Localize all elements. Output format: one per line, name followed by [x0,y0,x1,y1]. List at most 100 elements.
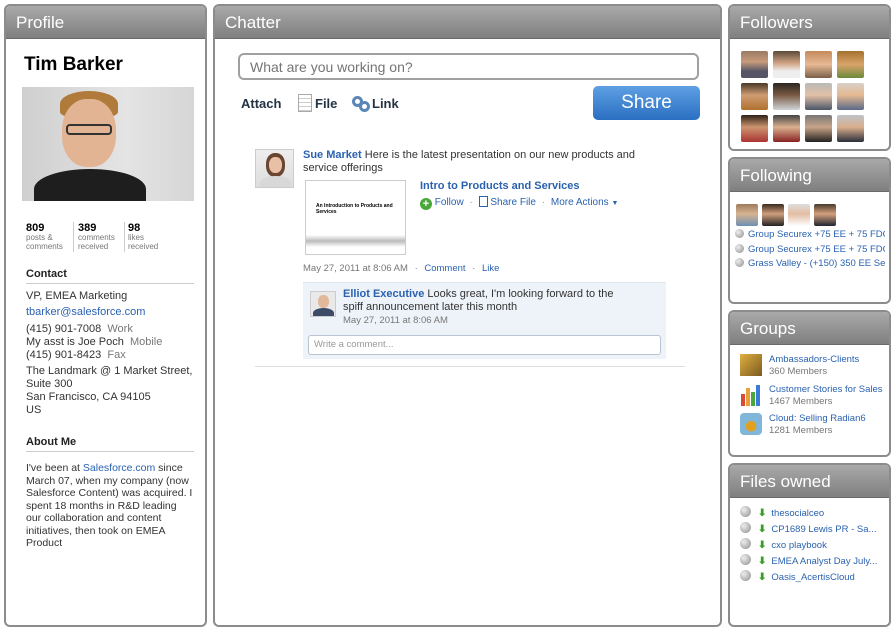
more-actions-link[interactable]: More Actions [551,197,609,208]
following-avatar[interactable] [762,204,784,226]
chevron-down-icon[interactable]: ▼ [611,200,618,207]
meta-separator: · [414,263,418,274]
following-panel: Following Group Securex +75 EE + 75 FDC … [728,157,891,304]
group-icon-ambassadors[interactable] [740,354,762,376]
following-avatar[interactable] [814,204,836,226]
comment-link[interactable]: Comment [424,263,465,274]
stat-comments[interactable]: 389 comments received [78,222,125,252]
profile-stats: 809 posts & comments 389 comments receiv… [26,222,196,252]
following-group-link[interactable]: Group Securex +75 EE + 75 FDC [748,244,885,255]
file-link[interactable]: CP1689 Lewis PR - Sa... [771,524,876,535]
follower-avatar[interactable] [773,115,800,142]
about-salesforce-link[interactable]: Salesforce.com [83,462,155,474]
follower-avatar[interactable] [741,51,768,78]
file-item[interactable]: ⬇ CP1689 Lewis PR - Sa... [740,522,889,535]
address-line-3: San Francisco, CA 94105 [26,391,151,403]
contact-title: VP, EMEA Marketing [26,290,128,302]
post-meta: May 27, 2011 at 8:06 AM · Comment · Like [303,263,499,274]
write-comment-input[interactable]: Write a comment... [308,335,661,355]
download-icon[interactable]: ⬇ [758,540,766,551]
stat-comments-label-2: received [78,242,109,251]
file-type-icon [740,506,751,517]
follower-avatar[interactable] [773,83,800,110]
address-line-4: US [26,404,42,416]
file-link[interactable]: cxo playbook [771,540,826,551]
follower-avatar[interactable] [805,83,832,110]
follower-avatar[interactable] [837,115,864,142]
profile-panel: Profile Tim Barker 809 posts & comments … [4,4,207,627]
file-item[interactable]: ⬇ Oasis_AcertisCloud [740,570,889,583]
group-name-link[interactable]: Ambassadors-Clients [769,354,859,365]
file-item[interactable]: ⬇ thesocialceo [740,506,889,519]
followers-header: Followers [730,6,889,39]
file-type-icon [740,554,751,565]
like-link[interactable]: Like [482,263,499,274]
following-group-link[interactable]: Grass Valley - (+150) 350 EE Ser [748,258,885,269]
comment-author[interactable]: Elliot Executive [343,288,424,300]
download-icon[interactable]: ⬇ [758,572,766,583]
following-group-link[interactable]: Group Securex +75 EE + 75 FDC [748,229,885,240]
group-name-link[interactable]: Cloud: Selling Radian6 [769,413,866,424]
contact-address: The Landmark @ 1 Market Street, Suite 30… [26,365,192,417]
group-members: 1467 Members [769,396,833,407]
group-icon-radian6[interactable] [740,413,762,435]
file-link[interactable]: thesocialceo [771,508,824,519]
file-link[interactable]: Oasis_AcertisCloud [771,572,854,583]
comment-avatar[interactable] [310,291,336,317]
status-input[interactable] [238,53,699,80]
chatter-header: Chatter [215,6,720,39]
group-name-link[interactable]: Customer Stories for Sales [769,384,883,395]
follower-avatar[interactable] [741,115,768,142]
post-avatar[interactable] [255,149,294,188]
file-item[interactable]: ⬇ EMEA Analyst Day July... [740,554,889,567]
file-thumbnail[interactable]: An Introduction to Products and Services [305,180,406,255]
file-type-icon [740,538,751,549]
follow-link[interactable]: Follow [435,197,464,208]
file-type-icon [740,570,751,581]
phone-work-number: (415) 901-7008 [26,323,102,335]
follower-avatar[interactable] [741,83,768,110]
following-avatar[interactable] [788,204,810,226]
assistant-text: My asst is Joe Poch [26,336,124,348]
contact-heading: Contact [26,268,194,284]
file-link[interactable]: EMEA Analyst Day July... [771,556,877,567]
follower-avatar[interactable] [837,51,864,78]
attach-file-button[interactable]: File [298,94,337,112]
follower-avatar[interactable] [805,51,832,78]
file-item[interactable]: ⬇ cxo playbook [740,538,889,551]
follower-avatar[interactable] [773,51,800,78]
file-thumbnail-title: An Introduction to Products and Services [316,203,393,215]
share-file-link[interactable]: Share File [490,197,536,208]
comment-body: Elliot Executive Looks great, I'm lookin… [343,288,633,314]
share-button[interactable]: Share [593,86,700,120]
following-group-item[interactable]: Group Securex +75 EE + 75 FDC [735,244,885,255]
following-group-item[interactable]: Group Securex +75 EE + 75 FDC [735,229,885,240]
comment-timestamp: May 27, 2011 at 8:06 AM [343,315,448,326]
following-group-item[interactable]: Grass Valley - (+150) 350 EE Ser [735,258,885,269]
contact-email[interactable]: tbarker@salesforce.com [26,306,145,318]
group-icon [735,258,744,267]
download-icon[interactable]: ⬇ [758,556,766,567]
share-file-icon [478,196,488,207]
address-line-1: The Landmark @ 1 Market Street, [26,365,193,377]
bar-chart-icon[interactable] [740,384,762,406]
stat-comments-label-1: comments [78,233,115,242]
comments-box: Elliot Executive Looks great, I'm lookin… [303,282,666,359]
attach-link-button[interactable]: Link [352,94,399,112]
stat-posts[interactable]: 809 posts & comments [26,222,74,252]
file-title-link[interactable]: Intro to Products and Services [420,180,580,192]
file-label: File [315,96,338,111]
stat-likes[interactable]: 98 likes received [128,222,178,252]
groups-panel: Groups Ambassadors-Clients 360 Members C… [728,310,891,457]
group-icon [735,229,744,238]
stat-likes-label-2: received [128,242,159,251]
follower-avatar[interactable] [837,83,864,110]
download-icon[interactable]: ⬇ [758,524,766,535]
group-members: 360 Members [769,366,828,377]
following-avatar[interactable] [736,204,758,226]
download-icon[interactable]: ⬇ [758,508,766,519]
follower-avatar[interactable] [805,115,832,142]
post-author[interactable]: Sue Market [303,149,362,161]
group-icon [735,244,744,253]
link-label: Link [372,96,399,111]
